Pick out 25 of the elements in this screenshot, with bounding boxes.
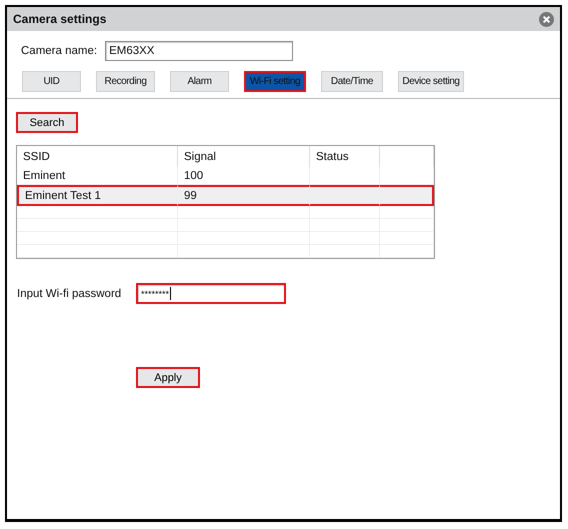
column-header: SSID <box>17 146 178 167</box>
table-cell <box>310 206 380 219</box>
password-label: Input Wi-fi password <box>17 288 122 300</box>
password-field[interactable]: ******** <box>136 283 286 304</box>
close-icon[interactable] <box>539 12 554 26</box>
tab[interactable]: UID <box>22 71 81 92</box>
table-cell <box>380 206 434 219</box>
camera-name-field[interactable]: EM63XX <box>105 41 294 61</box>
tab[interactable]: Date/Time <box>321 71 383 92</box>
table-cell <box>380 245 434 258</box>
tab[interactable]: Device setting <box>398 71 464 92</box>
table-cell <box>380 232 434 245</box>
camera-name-label: Camera name: <box>21 45 98 57</box>
column-header: Status <box>310 146 380 167</box>
column-header: Signal <box>178 146 310 167</box>
table-cell[interactable]: Eminent Test 1 <box>17 185 178 206</box>
search-button[interactable]: Search <box>16 112 78 133</box>
table-cell[interactable] <box>380 185 434 206</box>
window-title: Camera settings <box>13 12 106 26</box>
tab[interactable]: Alarm <box>170 71 229 92</box>
table-cell <box>380 219 434 232</box>
table-cell <box>310 245 380 258</box>
table-cell[interactable]: 99 <box>178 185 310 206</box>
apply-button[interactable]: Apply <box>136 367 200 388</box>
tab[interactable]: Recording <box>96 71 155 92</box>
